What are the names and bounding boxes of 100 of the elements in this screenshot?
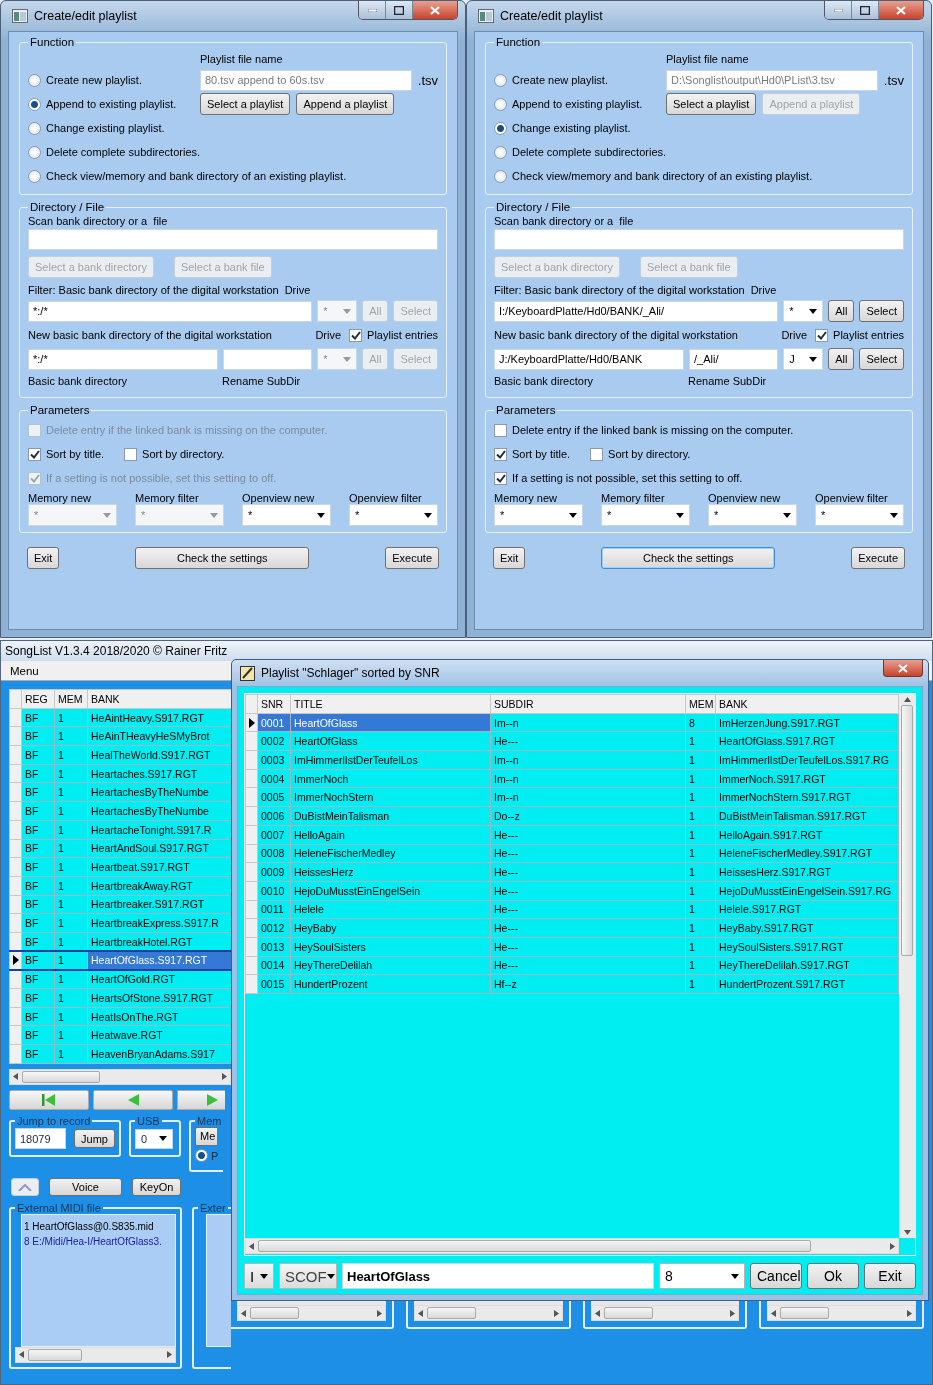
button[interactable]: Select	[859, 348, 904, 370]
left-arrow-icon	[19, 1351, 25, 1359]
caret-icon	[343, 356, 352, 362]
dropdown[interactable]: *	[708, 504, 797, 526]
button[interactable]: Check the settings	[135, 547, 310, 569]
up-button[interactable]	[11, 1177, 39, 1196]
radio-button[interactable]	[28, 121, 41, 135]
field-label: Openview filter	[815, 492, 889, 504]
button[interactable]: Check the settings	[601, 547, 776, 569]
button[interactable]: Exit	[864, 1263, 916, 1289]
menu-item[interactable]: Menu	[10, 664, 39, 677]
horizontal-scrollbar[interactable]	[413, 1305, 563, 1321]
button[interactable]: Select	[859, 300, 904, 322]
checkbox[interactable]	[590, 447, 604, 461]
directory-field[interactable]: *:/*	[28, 348, 218, 370]
checkbox[interactable]	[124, 447, 138, 461]
list-item[interactable]: 1 HeartOfGlass@0.S835.mid	[24, 1218, 154, 1234]
rename-field[interactable]: /_Ali/	[689, 348, 779, 370]
filter-field[interactable]: *:/*	[28, 300, 313, 322]
button[interactable]: Execute	[385, 547, 439, 569]
button[interactable]: Append a playlist	[296, 93, 395, 115]
button[interactable]: All	[828, 348, 855, 370]
first-button[interactable]	[9, 1089, 89, 1110]
window-title: Playlist "Schlager" sorted by SNR	[261, 666, 441, 680]
dropdown[interactable]: *	[783, 300, 824, 322]
filter-field[interactable]: I:/KeyboardPlatte/Hd0/BANK/_Ali/	[494, 300, 779, 322]
close-button[interactable]	[413, 1, 457, 19]
dropdown[interactable]: I	[244, 1263, 274, 1289]
button[interactable]: Voice	[49, 1177, 122, 1196]
scan-field[interactable]	[494, 229, 904, 250]
record-field[interactable]: 18079	[15, 1128, 67, 1150]
checkbox[interactable]	[28, 447, 41, 461]
dropdown[interactable]: *	[349, 504, 438, 526]
radio-button[interactable]	[195, 1149, 208, 1163]
column-header[interactable]: SUBDIR	[490, 694, 686, 714]
column-header[interactable]: BANK	[87, 689, 231, 709]
dropdown[interactable]: 8	[659, 1263, 745, 1289]
table-cell[interactable]: HeartOfGlass.S917.RGT	[87, 951, 231, 970]
option-label: Change existing playlist.	[46, 122, 165, 134]
radio-button[interactable]	[28, 73, 41, 87]
maximize-button[interactable]	[386, 1, 413, 19]
checkbox[interactable]	[494, 471, 507, 485]
column-header[interactable]: TITLE	[290, 694, 491, 714]
button[interactable]: All	[828, 300, 855, 322]
directory-field[interactable]: J:/KeyboardPlatte/Hd0/BANK	[494, 348, 684, 370]
radio-button[interactable]	[494, 97, 507, 111]
column-header[interactable]: REG	[21, 689, 55, 709]
horizontal-scrollbar[interactable]	[767, 1305, 916, 1321]
maximize-button[interactable]	[852, 1, 879, 19]
search-field[interactable]: HeartOfGlass	[342, 1263, 654, 1289]
previous-button[interactable]	[93, 1089, 173, 1110]
horizontal-scrollbar[interactable]	[9, 1068, 231, 1085]
checkbox[interactable]	[349, 328, 363, 342]
dropdown[interactable]: J	[783, 348, 824, 370]
dropdown[interactable]: SCOF	[279, 1263, 337, 1289]
rename-field[interactable]	[223, 348, 313, 370]
radio-button[interactable]	[494, 73, 507, 87]
button[interactable]: Execute	[851, 547, 905, 569]
button[interactable]: Select a playlist	[666, 93, 757, 115]
button[interactable]: Cancel	[750, 1263, 802, 1289]
button[interactable]: KeyOn	[132, 1177, 181, 1196]
horizontal-scrollbar[interactable]	[245, 1238, 899, 1254]
checkbox[interactable]	[815, 328, 829, 342]
checkbox[interactable]	[494, 423, 507, 437]
vertical-scrollbar[interactable]	[899, 694, 915, 1238]
table-cell[interactable]: 1	[54, 951, 88, 970]
memory-button[interactable]: Me	[195, 1126, 218, 1146]
dropdown[interactable]: *	[601, 504, 690, 526]
column-header[interactable]: MEM	[685, 694, 716, 714]
dropdown[interactable]: *	[242, 504, 331, 526]
radio-button[interactable]	[494, 169, 507, 183]
button[interactable]: Select a playlist	[200, 93, 291, 115]
checkbox[interactable]	[494, 447, 507, 461]
close-button[interactable]	[883, 660, 923, 677]
radio-button[interactable]	[28, 145, 41, 159]
horizontal-scrollbar[interactable]	[237, 1305, 386, 1321]
dropdown[interactable]: *	[815, 504, 904, 526]
horizontal-scrollbar[interactable]	[590, 1305, 740, 1321]
radio-button[interactable]	[28, 169, 41, 183]
next-button[interactable]	[177, 1089, 225, 1110]
column-header[interactable]: BANK	[715, 694, 899, 714]
radio-button[interactable]	[494, 145, 507, 159]
close-button[interactable]	[879, 1, 923, 19]
table-cell[interactable]: BF	[21, 951, 55, 970]
button[interactable]: Ok	[807, 1263, 859, 1289]
dropdown[interactable]: 0	[135, 1128, 173, 1149]
button[interactable]: Exit	[493, 547, 526, 569]
button[interactable]: Exit	[27, 547, 60, 569]
list-item[interactable]: 8 E:/Midi/Hea-I/HeartOfGlass3.	[24, 1233, 162, 1249]
jump-button[interactable]: Jump	[74, 1129, 115, 1149]
checkbox-label: If a setting is not possible, set this setting to off.	[512, 472, 743, 484]
file-name-field[interactable]: D:\Songlist\output\Hd0\PList\3.tsv	[666, 69, 878, 91]
file-name-field[interactable]: 80.tsv append to 60s.tsv	[200, 69, 412, 91]
radio-button[interactable]	[28, 97, 41, 111]
radio-button[interactable]	[494, 121, 507, 135]
scan-field[interactable]	[28, 229, 438, 250]
column-header[interactable]: SNR	[257, 694, 291, 714]
dropdown[interactable]: *	[494, 504, 583, 526]
caret-icon	[809, 356, 818, 362]
column-header[interactable]: MEM	[54, 689, 88, 709]
